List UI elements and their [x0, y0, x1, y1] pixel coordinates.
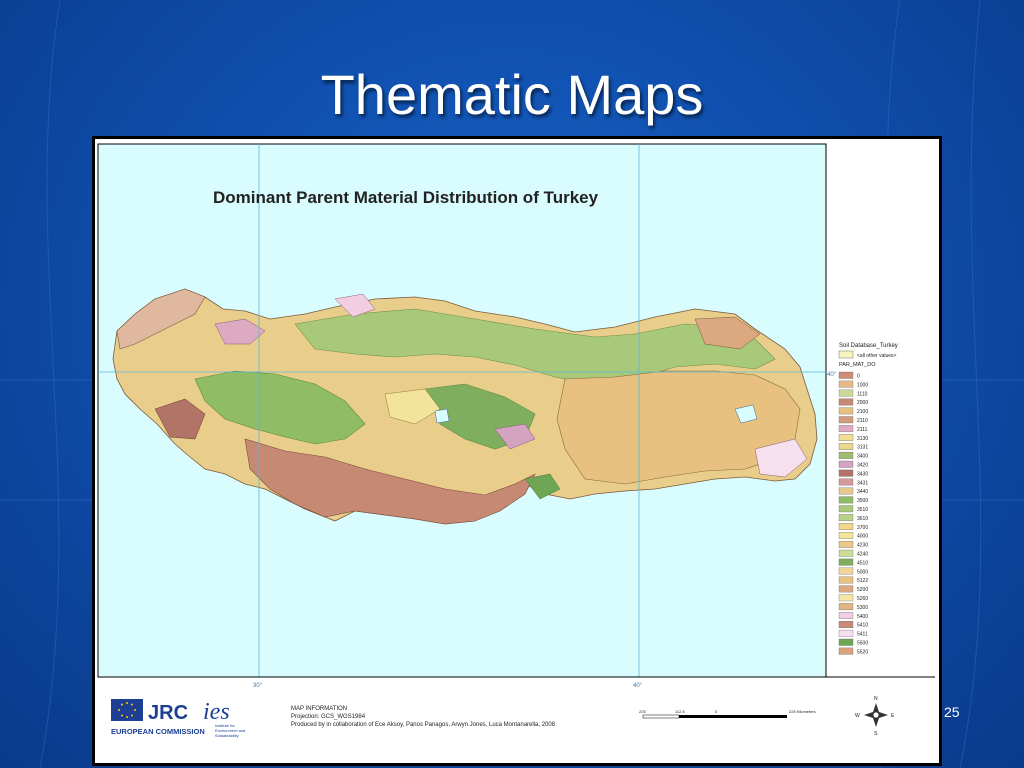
compass-rose-icon: N S E W — [855, 696, 895, 737]
legend-label-3430: 3430 — [857, 471, 868, 477]
map-credits: Produced by in collaboration of Ece Akso… — [291, 722, 556, 728]
map-title: Dominant Parent Material Distribution of… — [213, 188, 599, 207]
legend-label-4510: 4510 — [857, 560, 868, 566]
legend-title: Soil Database_Turkey — [839, 343, 898, 349]
legend-swatch-5410 — [838, 621, 854, 628]
legend: Soil Database_Turkey <all other values> … — [838, 343, 898, 655]
meridian-label-30: 30° — [253, 683, 263, 689]
legend-swatch-3700 — [838, 523, 854, 530]
legend-swatch-5411 — [838, 629, 854, 637]
legend-label-3431: 3431 — [857, 480, 868, 486]
legend-label-5200: 5200 — [857, 587, 868, 593]
legend-swatch-0 — [838, 371, 854, 379]
scale-bar: 225 112,5 0 225 Kilometers — [639, 709, 816, 719]
ies-logo: ies — [203, 699, 230, 725]
scale-label-4: 225 Kilometers — [789, 709, 816, 714]
legend-label-4240: 4240 — [857, 552, 868, 558]
legend-label-2110: 2110 — [857, 418, 868, 424]
legend-swatch-3431 — [838, 478, 854, 486]
legend-swatch-2110 — [838, 416, 854, 424]
slide-title: Thematic Maps — [320, 63, 704, 126]
legend-swatch-3131 — [838, 443, 854, 450]
legend-label-3420: 3420 — [857, 463, 868, 469]
legend-label-3400: 3400 — [857, 454, 868, 460]
scale-label-2: 112,5 — [675, 709, 685, 714]
legend-swatch-5500 — [838, 638, 854, 646]
legend-swatch-3400 — [838, 451, 854, 459]
legend-swatch-5300 — [838, 603, 854, 611]
legend-swatch-1000 — [838, 380, 854, 388]
legend-swatch-5400 — [838, 612, 854, 619]
legend-swatch-4510 — [838, 558, 854, 566]
jrc-logo: JRC — [148, 702, 188, 724]
legend-swatch-5520 — [838, 647, 854, 655]
map-info-heading: MAP INFORMATION — [291, 706, 347, 712]
legend-swatch-2100 — [838, 407, 854, 415]
legend-swatch-5260 — [838, 594, 854, 602]
legend-label-2000: 2000 — [857, 400, 868, 406]
legend-swatch-3510 — [838, 505, 854, 513]
map-projection: Projection: GCS_WGS1984 — [291, 714, 366, 720]
legend-label-5260: 5260 — [857, 596, 868, 602]
compass-w: W — [855, 713, 860, 719]
compass-s: S — [874, 731, 878, 737]
legend-swatch-4230 — [838, 540, 854, 548]
scale-label-3: 0 — [715, 709, 718, 714]
legend-swatch-3130 — [838, 434, 854, 441]
legend-other-label: <all other values> — [857, 353, 897, 359]
legend-swatch-4240 — [838, 549, 854, 557]
legend-label-4000: 4000 — [857, 534, 868, 540]
legend-other-swatch — [838, 350, 854, 359]
legend-label-5411: 5411 — [857, 632, 868, 638]
legend-label-4230: 4230 — [857, 543, 868, 549]
compass-e: E — [891, 713, 895, 719]
legend-label-3440: 3440 — [857, 489, 868, 495]
legend-swatch-5122 — [838, 576, 854, 584]
legend-swatch-3610 — [838, 514, 854, 522]
legend-field: PAR_MAT_DO — [839, 362, 876, 368]
legend-swatch-1110 — [838, 389, 854, 397]
region-tuz-lake — [434, 408, 450, 424]
legend-label-2100: 2100 — [857, 409, 868, 415]
legend-label-5000: 5000 — [857, 569, 868, 575]
footer: JRC EUROPEAN COMMISSION ies Institute fo… — [111, 696, 895, 738]
legend-label-5122: 5122 — [857, 578, 868, 584]
legend-swatch-3500 — [838, 496, 854, 504]
legend-label-3510: 3510 — [857, 507, 868, 513]
ec-label: EUROPEAN COMMISSION — [111, 727, 205, 736]
legend-swatch-3420 — [838, 460, 854, 468]
legend-label-3500: 3500 — [857, 498, 868, 504]
legend-label-1110: 1110 — [857, 391, 868, 397]
legend-label-5410: 5410 — [857, 623, 868, 629]
legend-label-3610: 3610 — [857, 516, 868, 522]
legend-swatch-2000 — [838, 398, 854, 406]
legend-swatch-2111 — [838, 425, 854, 433]
legend-label-3130: 3130 — [857, 436, 868, 442]
legend-label-3131: 3131 — [857, 445, 868, 451]
legend-swatch-4000 — [838, 532, 854, 539]
legend-label-2111: 2111 — [857, 427, 868, 433]
legend-label-3700: 3700 — [857, 525, 868, 531]
slide-number: 25 — [944, 704, 960, 720]
legend-swatch-3440 — [838, 487, 854, 495]
legend-label-1000: 1000 — [857, 382, 868, 388]
legend-label-5520: 5520 — [857, 649, 868, 655]
map-canvas: 30° 40° 40° Dominant Parent Material Dis… — [97, 143, 935, 738]
legend-swatch-3430 — [838, 469, 854, 477]
legend-swatch-5000 — [838, 567, 854, 575]
legend-swatch-5200 — [838, 585, 854, 593]
legend-label-5300: 5300 — [857, 605, 868, 611]
ies-sub-3: Sustainability — [215, 733, 239, 738]
legend-label-5500: 5500 — [857, 641, 868, 647]
legend-label-5400: 5400 — [857, 614, 868, 620]
meridian-label-40: 40° — [633, 683, 643, 689]
legend-label-0: 0 — [857, 374, 860, 380]
compass-n: N — [874, 696, 878, 702]
map-frame: 30° 40° 40° Dominant Parent Material Dis… — [92, 136, 942, 766]
scale-label-1: 225 — [639, 709, 646, 714]
parallel-label-40: 40° — [827, 372, 837, 378]
